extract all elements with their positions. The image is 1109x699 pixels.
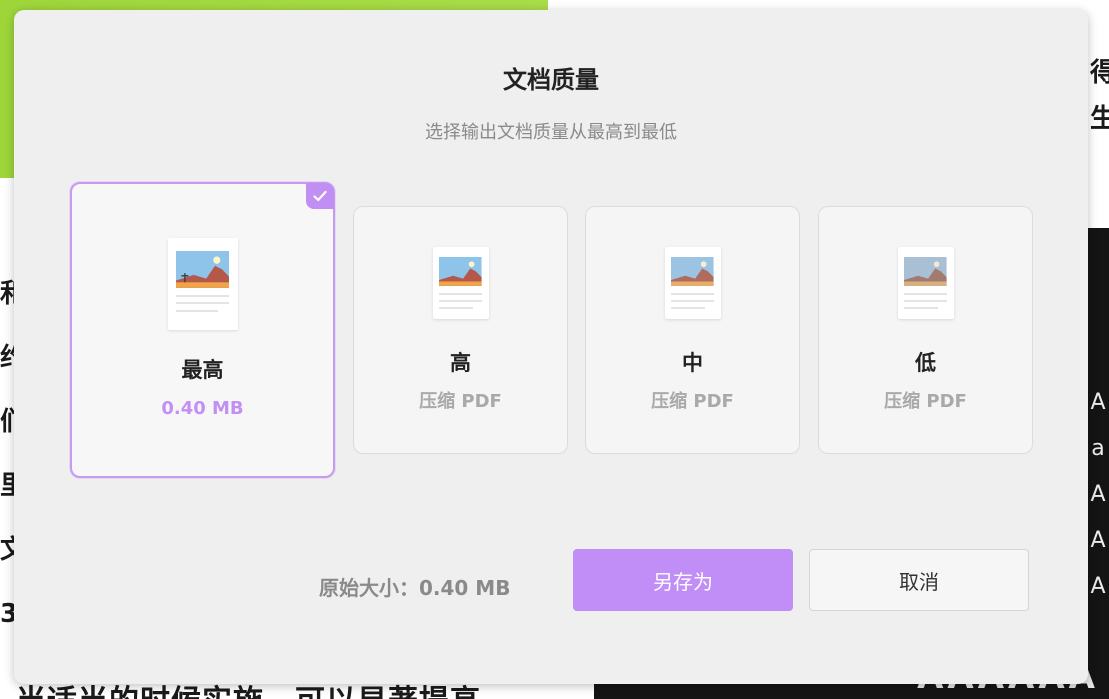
dialog-title: 文档质量 — [503, 66, 599, 94]
cancel-button[interactable]: 取消 — [809, 549, 1029, 611]
background-right-glyphs: A a A A A — [1090, 390, 1106, 599]
quality-option-label: 低 — [915, 351, 936, 375]
check-icon — [306, 183, 334, 209]
original-size-text: 原始大小：0.40 MB — [319, 576, 511, 600]
quality-option-label: 最高 — [181, 358, 224, 382]
dialog-subtitle: 选择输出文档质量从最高到最低 — [425, 122, 677, 143]
quality-option-low[interactable]: 低 压缩 PDF — [818, 206, 1033, 454]
quality-option-desc: 压缩 PDF — [419, 391, 502, 412]
quality-option-label: 中 — [682, 351, 703, 375]
document-quality-dialog: 文档质量 选择输出文档质量从最高到最低 最高 0.40 MB 高 压缩 PDF … — [14, 10, 1088, 684]
quality-option-desc: 压缩 PDF — [651, 391, 734, 412]
document-thumbnail-icon — [167, 238, 238, 330]
quality-option-label: 高 — [450, 351, 471, 375]
save-as-button[interactable]: 另存为 — [573, 549, 793, 611]
quality-option-medium[interactable]: 中 压缩 PDF — [585, 206, 800, 454]
quality-option-size: 0.40 MB — [161, 398, 244, 419]
document-thumbnail-icon — [432, 247, 489, 319]
background-right-text: 得 生 — [1090, 58, 1109, 134]
quality-option-desc: 压缩 PDF — [884, 391, 967, 412]
quality-option-highest[interactable]: 最高 0.40 MB — [70, 182, 335, 478]
document-thumbnail-icon — [897, 247, 954, 319]
quality-option-high[interactable]: 高 压缩 PDF — [353, 206, 568, 454]
document-thumbnail-icon — [664, 247, 721, 319]
